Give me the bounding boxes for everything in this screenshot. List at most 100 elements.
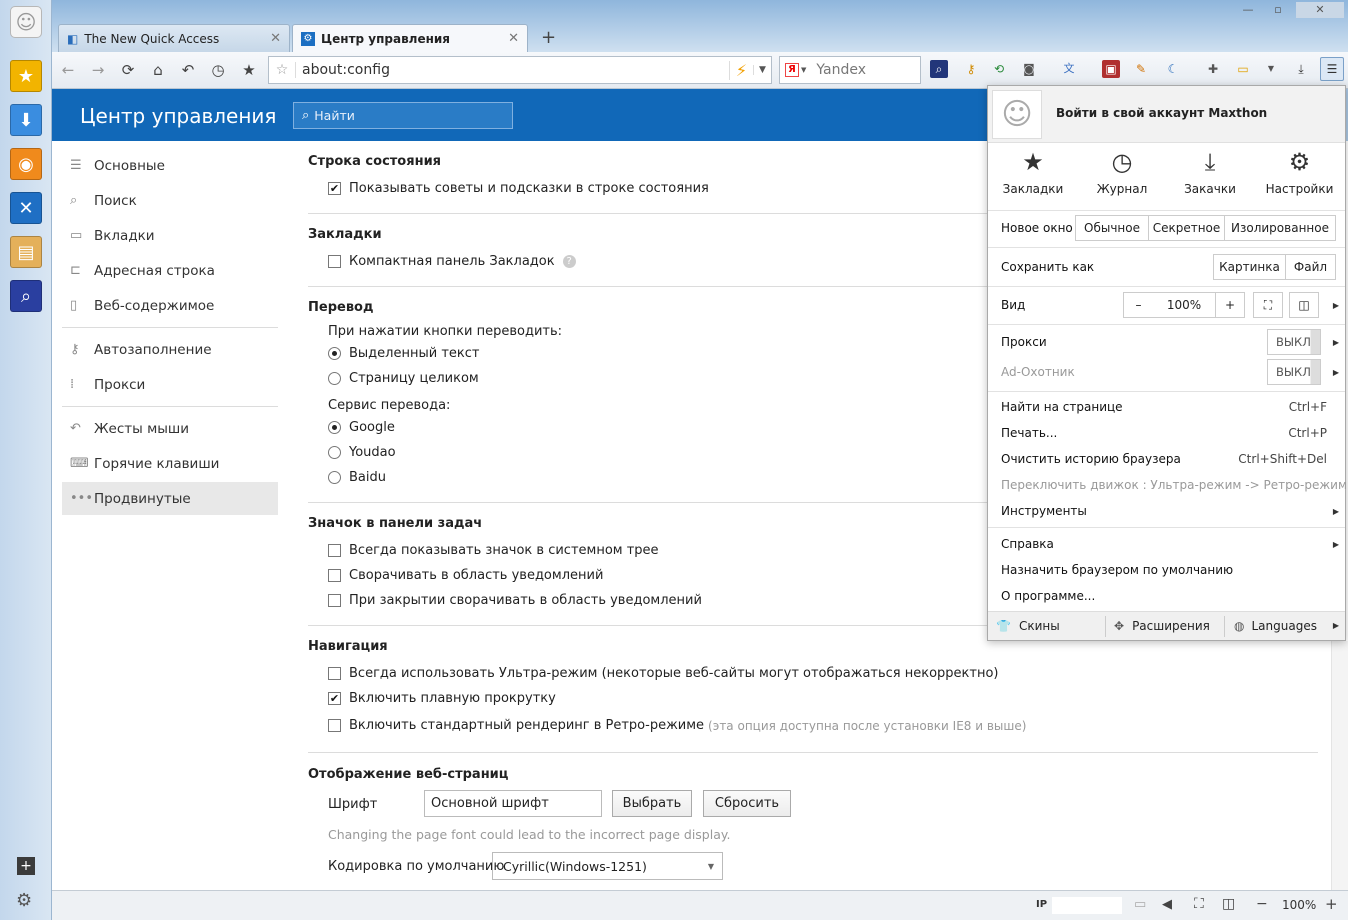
new-window-private[interactable]: Секретное (1148, 215, 1225, 241)
save-as-image[interactable]: Картинка (1213, 254, 1286, 280)
download-manager-icon[interactable]: ⤓ (1292, 60, 1310, 78)
new-window-normal[interactable]: Обычное (1075, 215, 1149, 241)
nav-item-general[interactable]: ☰ Основные (62, 149, 278, 182)
history-icon[interactable]: ◷ (208, 60, 228, 80)
fullscreen-icon[interactable]: ⛶ (1253, 292, 1283, 318)
radio-off[interactable] (328, 372, 341, 385)
menu-find[interactable]: Найти на странице (1001, 400, 1123, 414)
ultra-mode-checkbox[interactable]: Всегда использовать Ультра-режим (некото… (328, 666, 999, 681)
radio-off[interactable] (328, 446, 341, 459)
wrench-icon[interactable]: ✚ (1204, 60, 1222, 78)
back-icon[interactable]: ← (58, 60, 78, 80)
checkbox[interactable] (328, 569, 341, 582)
yandex-logo-icon[interactable]: Я (785, 63, 799, 77)
chevron-down-icon[interactable]: ▼ (753, 65, 771, 75)
notes-icon[interactable]: ▤ (10, 236, 42, 268)
search-magnifier-icon[interactable]: ⌕ (10, 280, 42, 312)
menu-list-icon[interactable]: ☰ (1320, 57, 1344, 81)
camera-icon[interactable]: ◙ (1020, 60, 1038, 78)
menu-print[interactable]: Печать... (1001, 426, 1057, 440)
forward-icon[interactable]: → (88, 60, 108, 80)
home-icon[interactable]: ⌂ (148, 60, 168, 80)
account-panel[interactable]: ☺ Войти в свой аккаунт Maxthon (988, 86, 1345, 143)
undo-icon[interactable]: ↶ (178, 60, 198, 80)
magnifier-extension-icon[interactable]: ⌕ (930, 60, 948, 78)
close-tab-icon[interactable]: ✕ (508, 31, 519, 46)
screen-icon[interactable]: ▭ (1134, 897, 1146, 912)
adhunter-toggle[interactable]: ВЫКЛ (1267, 359, 1321, 385)
zoom-in-button[interactable]: + (1215, 292, 1245, 318)
smooth-scroll-checkbox[interactable]: ✔ Включить плавную прокрутку (328, 691, 556, 706)
checkbox-checked[interactable]: ✔ (328, 692, 341, 705)
radio-selected-text[interactable]: Выделенный текст (328, 346, 479, 361)
save-as-file[interactable]: Файл (1285, 254, 1336, 280)
checkbox[interactable] (328, 544, 341, 557)
fullscreen-icon[interactable]: ⛶ (1194, 896, 1204, 912)
radio-off[interactable] (328, 471, 341, 484)
tray-icon-checkbox[interactable]: Всегда показывать значок в системном тре… (328, 543, 659, 558)
screenshot-tool-icon[interactable]: ▣ (1102, 60, 1120, 78)
menu-set-default[interactable]: Назначить браузером по умолчанию (1001, 563, 1233, 577)
new-window-isolated[interactable]: Изолированное (1224, 215, 1336, 241)
encoding-select[interactable]: Cyrillic(Windows-1251) ▼ (492, 852, 723, 880)
split-view-icon[interactable]: ◫ (1289, 292, 1319, 318)
checkbox[interactable] (328, 255, 341, 268)
nav-item-search[interactable]: ⌕ Поиск (62, 184, 278, 217)
radio-on[interactable] (328, 347, 341, 360)
nav-item-proxy[interactable]: ⁞ Прокси (62, 368, 278, 401)
tab-control-center[interactable]: ⚙ Центр управления ✕ (292, 24, 528, 52)
zoom-out-button[interactable]: – (1123, 292, 1154, 318)
bookmark-star-icon[interactable]: ☆ (269, 62, 295, 78)
address-bar[interactable]: ☆ about:config ⚡ ▼ (268, 56, 772, 84)
minimize-to-tray-checkbox[interactable]: Сворачивать в область уведомлений (328, 568, 603, 583)
maxthon-logo-icon[interactable]: ☺ (10, 6, 42, 38)
resource-sniffer-icon[interactable]: ⟲ (990, 60, 1008, 78)
menu-help[interactable]: Справка (1001, 537, 1054, 551)
split-view-icon[interactable]: ◫ (1222, 896, 1235, 912)
minimize-button[interactable]: — (1238, 2, 1258, 18)
tools-icon[interactable]: ✕ (10, 192, 42, 224)
nav-item-autofill[interactable]: ⚷ Автозаполнение (62, 333, 278, 366)
languages-item[interactable]: ◍ Languages (1234, 619, 1317, 633)
quick-downloads[interactable]: ⤓ Закачки (1166, 148, 1254, 208)
nav-item-tabs[interactable]: ▭ Вкладки (62, 219, 278, 252)
gear-icon[interactable]: ⚙ (16, 890, 32, 911)
add-sidebar-icon[interactable]: + (17, 857, 35, 875)
help-icon[interactable]: ? (562, 255, 576, 268)
tab-quick-access[interactable]: ◧ The New Quick Access ✕ (58, 24, 290, 52)
radio-google[interactable]: Google (328, 420, 395, 435)
proxy-toggle[interactable]: ВЫКЛ (1267, 329, 1321, 355)
checkbox-checked[interactable]: ✔ (328, 182, 341, 195)
close-window-button[interactable]: ✕ (1296, 2, 1344, 18)
quick-bookmarks[interactable]: ★ Закладки (988, 148, 1078, 208)
proxy-label[interactable]: Прокси (1001, 335, 1047, 349)
maximize-button[interactable]: ▫ (1268, 2, 1288, 18)
menu-about[interactable]: О программе... (1001, 589, 1095, 603)
menu-clear-history[interactable]: Очистить историю браузера (1001, 452, 1181, 466)
quick-history[interactable]: ◷ Журнал (1078, 148, 1166, 208)
cleaner-broom-icon[interactable]: ✎ (1132, 60, 1150, 78)
nav-item-hotkeys[interactable]: ⌨ Горячие клавиши (62, 447, 278, 480)
menu-tools[interactable]: Инструменты (1001, 504, 1087, 518)
refresh-icon[interactable]: ⟳ (118, 60, 138, 80)
notepad-icon[interactable]: ▭ (1234, 60, 1252, 78)
avatar[interactable]: ☺ (992, 90, 1042, 139)
nav-item-web-content[interactable]: ▯ Веб-содержимое (62, 289, 278, 322)
close-to-tray-checkbox[interactable]: При закрытии сворачивать в область уведо… (328, 593, 702, 608)
new-tab-button[interactable]: + (541, 27, 556, 48)
translate-icon[interactable]: 文 (1060, 60, 1078, 78)
radio-baidu[interactable]: Baidu (328, 470, 386, 485)
adhunter-label[interactable]: Ad-Охотник (1001, 365, 1075, 379)
nav-item-advanced[interactable]: ••• Продвинутые (62, 482, 278, 515)
compact-bookmarks-checkbox[interactable]: Компактная панель Закладок? (328, 254, 576, 269)
rss-icon[interactable]: ◉ (10, 148, 42, 180)
sign-in-label[interactable]: Войти в свой аккаунт Maxthon (1056, 106, 1267, 120)
quick-settings[interactable]: ⚙ Настройки (1254, 148, 1345, 208)
favorites-star-icon[interactable]: ★ (10, 60, 42, 92)
key-icon[interactable]: ⚷ (962, 60, 980, 78)
chevron-down-icon[interactable]: ▼ (801, 66, 806, 74)
search-box[interactable]: Я ▼ Yandex (779, 56, 921, 84)
nav-item-mouse-gestures[interactable]: ↶ Жесты мыши (62, 412, 278, 445)
download-icon[interactable]: ⬇ (10, 104, 42, 136)
status-tips-checkbox[interactable]: ✔ Показывать советы и подсказки в строке … (328, 181, 709, 196)
